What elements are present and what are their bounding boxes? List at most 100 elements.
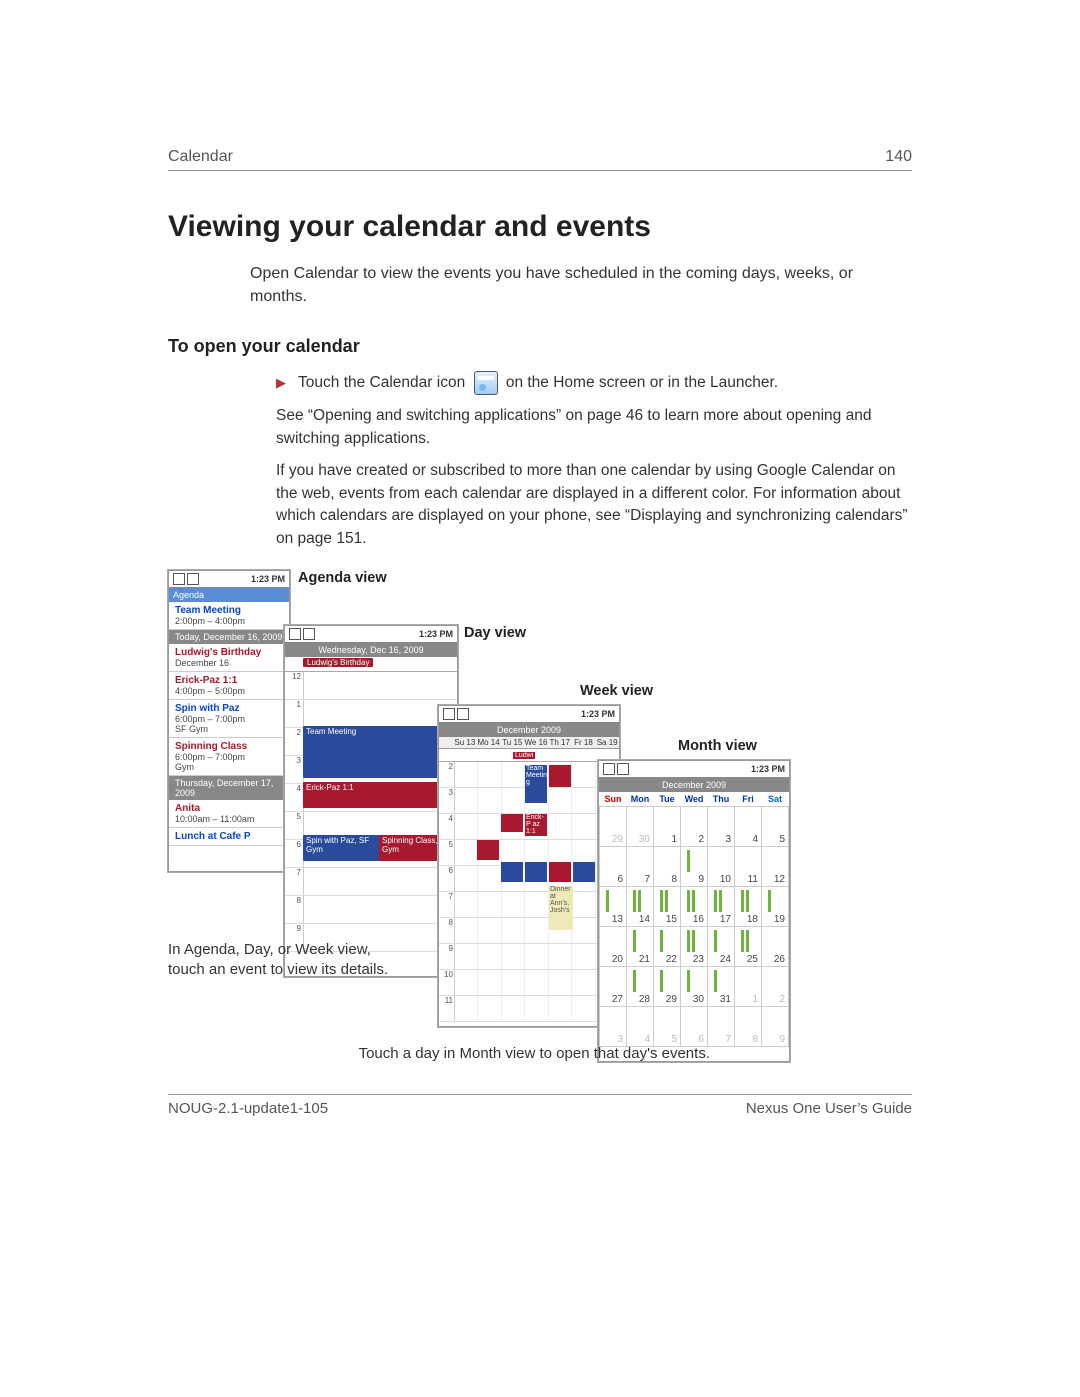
month-cell: 13	[600, 887, 627, 927]
week-allday-event: Ludwi	[513, 752, 535, 759]
month-title: December 2009	[599, 778, 789, 792]
month-cell: 30	[627, 807, 654, 847]
week-day-header: Su 13Mo 14Tu 15We 16Th 17Fr 18Sa 19	[439, 737, 619, 749]
day-event: Spin with Paz, SF Gym	[303, 835, 381, 861]
status-icon	[173, 573, 185, 585]
day-screenshot: 1:23 PM Wednesday, Dec 16, 2009 Ludwig's…	[284, 625, 458, 977]
month-cell: 5	[654, 1007, 681, 1047]
status-bar: 1:23 PM	[439, 706, 619, 723]
step-line: ▶ Touch the Calendar icon on the Home sc…	[276, 371, 912, 395]
week-screenshot: 1:23 PM December 2009 Su 13Mo 14Tu 15We …	[438, 705, 620, 1027]
label-month-view: Month view	[678, 738, 757, 754]
month-cell: 2	[681, 807, 708, 847]
paragraph-2: See “Opening and switching applications”…	[276, 405, 912, 450]
week-event	[573, 862, 595, 882]
status-icon	[603, 763, 615, 775]
body-block: ▶ Touch the Calendar icon on the Home sc…	[276, 371, 912, 550]
month-cell: 21	[627, 927, 654, 967]
agenda-item: Erick-Paz 1:14:00pm – 5:00pm	[169, 672, 289, 700]
month-cell: 29	[654, 967, 681, 1007]
agenda-item: Ludwig's BirthdayDecember 16	[169, 644, 289, 672]
status-icon	[457, 708, 469, 720]
step1-text-a: Touch the Calendar icon	[298, 374, 465, 391]
manual-page: Calendar 140 Viewing your calendar and e…	[0, 0, 1080, 1397]
status-bar: 1:23 PM	[169, 571, 289, 588]
month-cell: 8	[735, 1007, 762, 1047]
status-time: 1:23 PM	[419, 629, 453, 639]
agenda-item: Spin with Paz6:00pm – 7:00pmSF Gym	[169, 700, 289, 738]
month-cell: 27	[600, 967, 627, 1007]
intro-paragraph: Open Calendar to view the events you hav…	[250, 262, 912, 308]
agenda-day-header: Thursday, December 17, 2009	[169, 776, 289, 800]
agenda-item: Spinning Class6:00pm – 7:00pmGym	[169, 738, 289, 776]
month-cell: 11	[735, 847, 762, 887]
week-event	[549, 765, 571, 787]
bullet-triangle-icon: ▶	[276, 375, 286, 390]
month-cell: 10	[708, 847, 735, 887]
footer-doc-title: Nexus One User’s Guide	[746, 1100, 912, 1117]
subheading: To open your calendar	[168, 336, 912, 357]
status-icon	[303, 628, 315, 640]
month-cell: 3	[708, 807, 735, 847]
week-event	[549, 862, 571, 882]
week-title: December 2009	[439, 723, 619, 737]
agenda-screenshot: 1:23 PM Agenda Team Meeting2:00pm – 4:00…	[168, 570, 290, 872]
label-day-view: Day view	[464, 625, 526, 641]
status-icon	[289, 628, 301, 640]
caption-2: Touch a day in Month view to open that d…	[330, 1044, 710, 1064]
day-title: Wednesday, Dec 16, 2009	[285, 643, 457, 657]
header-section: Calendar	[168, 148, 233, 166]
week-event	[477, 840, 499, 860]
month-cell: 3	[600, 1007, 627, 1047]
status-bar: 1:23 PM	[285, 626, 457, 643]
month-cell: 14	[627, 887, 654, 927]
month-cell: 9	[681, 847, 708, 887]
status-time: 1:23 PM	[751, 764, 785, 774]
day-event: Erick-Paz 1:1	[303, 782, 453, 808]
calendar-app-icon	[474, 371, 498, 395]
month-cell: 1	[654, 807, 681, 847]
label-week-view: Week view	[580, 683, 653, 699]
header-page-number: 140	[885, 148, 912, 166]
status-time: 1:23 PM	[251, 574, 285, 584]
month-cell: 30	[681, 967, 708, 1007]
status-time: 1:23 PM	[581, 709, 615, 719]
month-cell: 17	[708, 887, 735, 927]
agenda-list: Team Meeting2:00pm – 4:00pmToday, Decemb…	[169, 602, 289, 846]
page-title: Viewing your calendar and events	[168, 210, 912, 244]
month-table: SunMonTueWedThuFriSat2930123456789101112…	[599, 792, 789, 1047]
month-cell: 4	[627, 1007, 654, 1047]
week-allday: Ludwi	[439, 749, 619, 762]
month-cell: 28	[627, 967, 654, 1007]
month-cell: 7	[708, 1007, 735, 1047]
month-cell: 1	[735, 967, 762, 1007]
status-icon	[443, 708, 455, 720]
month-cell: 15	[654, 887, 681, 927]
agenda-day-header: Today, December 16, 2009	[169, 630, 289, 644]
month-cell: 22	[654, 927, 681, 967]
status-bar: 1:23 PM	[599, 761, 789, 778]
footer-doc-id: NOUG-2.1-update1-105	[168, 1100, 328, 1117]
label-agenda-view: Agenda view	[298, 570, 387, 586]
day-grid: 12123456789Team MeetingErick-Paz 1:1Spin…	[285, 672, 457, 972]
month-cell: 6	[600, 847, 627, 887]
month-cell: 19	[762, 887, 789, 927]
month-screenshot: 1:23 PM December 2009 SunMonTueWedThuFri…	[598, 760, 790, 1062]
screenshot-group: Agenda view Day view Week view Month vie…	[168, 570, 912, 1090]
week-event: Team Meetin g	[525, 765, 547, 803]
week-grid: 234567891011Team Meetin gErick-P az 1:1D…	[439, 762, 619, 1027]
month-cell: 7	[627, 847, 654, 887]
month-cell: 31	[708, 967, 735, 1007]
step1-text-b: on the Home screen or in the Launcher.	[506, 374, 778, 391]
week-event	[501, 862, 523, 882]
caption-1: In Agenda, Day, or Week view, touch an e…	[168, 940, 408, 981]
month-cell: 4	[735, 807, 762, 847]
month-cell: 26	[762, 927, 789, 967]
month-cell: 9	[762, 1007, 789, 1047]
agenda-item: Lunch at Cafe P	[169, 828, 289, 846]
week-event	[525, 862, 547, 882]
month-cell: 8	[654, 847, 681, 887]
paragraph-3: If you have created or subscribed to mor…	[276, 460, 912, 550]
agenda-tab: Agenda	[169, 588, 289, 602]
month-cell: 6	[681, 1007, 708, 1047]
